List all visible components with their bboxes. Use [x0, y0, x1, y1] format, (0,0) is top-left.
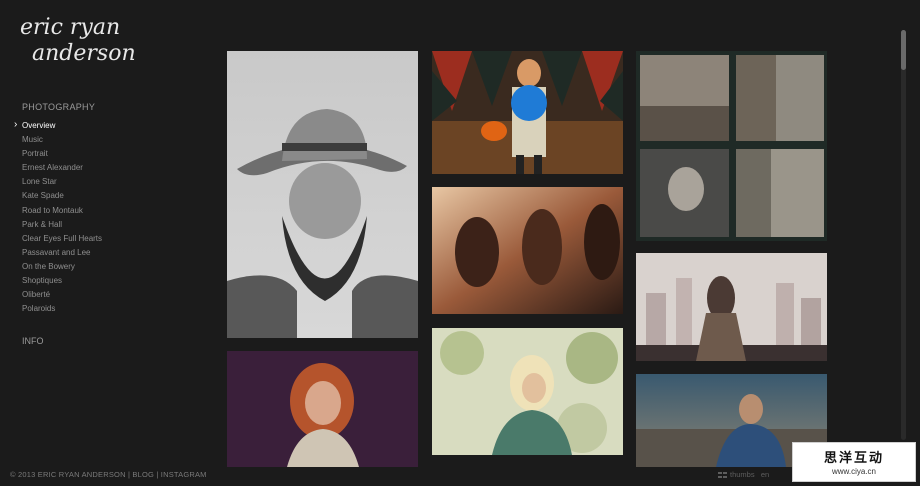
nav-item-clear-eyes-full-hearts[interactable]: Clear Eyes Full Hearts [22, 232, 102, 246]
nav-item-road-to-montauk[interactable]: Road to Montauk [22, 204, 102, 218]
footer-extra-label[interactable]: en [761, 470, 769, 479]
nav-item-on-the-bowery[interactable]: On the Bowery [22, 260, 102, 274]
watermark-url: www.ciya.cn [831, 467, 876, 476]
nav-item-lone-star[interactable]: Lone Star [22, 175, 102, 189]
nav-item-overview[interactable]: Overview [14, 118, 102, 133]
footer-separator-2: | [154, 470, 161, 479]
nav-item-music[interactable]: Music [22, 133, 102, 147]
nav-info-link[interactable]: INFO [22, 336, 44, 346]
scrollbar-thumb[interactable] [901, 30, 906, 70]
nav-item-kate-spade[interactable]: Kate Spade [22, 189, 102, 203]
nav-item-passavant-and-lee[interactable]: Passavant and Lee [22, 246, 102, 260]
photo-blonde-woman-sunlight[interactable] [432, 328, 623, 455]
footer-instagram-link[interactable]: INSTAGRAM [161, 470, 207, 479]
portfolio-page: eric ryan anderson PHOTOGRAPHY Overview … [0, 0, 920, 486]
nav-heading-photography[interactable]: PHOTOGRAPHY [22, 102, 95, 112]
footer-blog-link[interactable]: BLOG [132, 470, 154, 479]
svg-text:eric ryan: eric ryan [20, 15, 120, 40]
nav-item-portrait[interactable]: Portrait [22, 147, 102, 161]
nav-item-polaroids[interactable]: Polaroids [22, 302, 102, 316]
nav-item-shoptiques[interactable]: Shoptiques [22, 274, 102, 288]
gallery-nav-list: Overview Music Portrait Ernest Alexander… [14, 118, 102, 316]
page-scrollbar[interactable] [901, 30, 906, 440]
site-logo[interactable]: eric ryan anderson [18, 12, 168, 68]
nav-item-oliberte[interactable]: Oliberté [22, 288, 102, 302]
photo-girl-blue-ball[interactable] [432, 51, 623, 174]
photo-red-haired-woman[interactable] [227, 351, 418, 467]
footer-copyright: © 2013 ERIC RYAN ANDERSON [10, 470, 126, 479]
photo-bearded-man-hat[interactable] [227, 51, 418, 338]
nav-item-park-and-hall[interactable]: Park & Hall [22, 218, 102, 232]
thumbs-toggle[interactable]: thumbs en [718, 470, 769, 479]
photo-contact-sheet[interactable] [636, 51, 827, 241]
svg-text:anderson: anderson [32, 41, 136, 66]
thumbs-label: thumbs [730, 470, 755, 479]
watermark-badge: 思洋互动 www.ciya.cn [792, 442, 916, 482]
photo-band-warm-light[interactable] [432, 187, 623, 314]
watermark-text: 思洋互动 [823, 450, 884, 465]
nav-item-ernest-alexander[interactable]: Ernest Alexander [22, 161, 102, 175]
grid-icon [718, 472, 727, 479]
site-footer: © 2013 ERIC RYAN ANDERSON | BLOG | INSTA… [10, 470, 207, 479]
photo-man-city-skyline[interactable] [636, 253, 827, 361]
